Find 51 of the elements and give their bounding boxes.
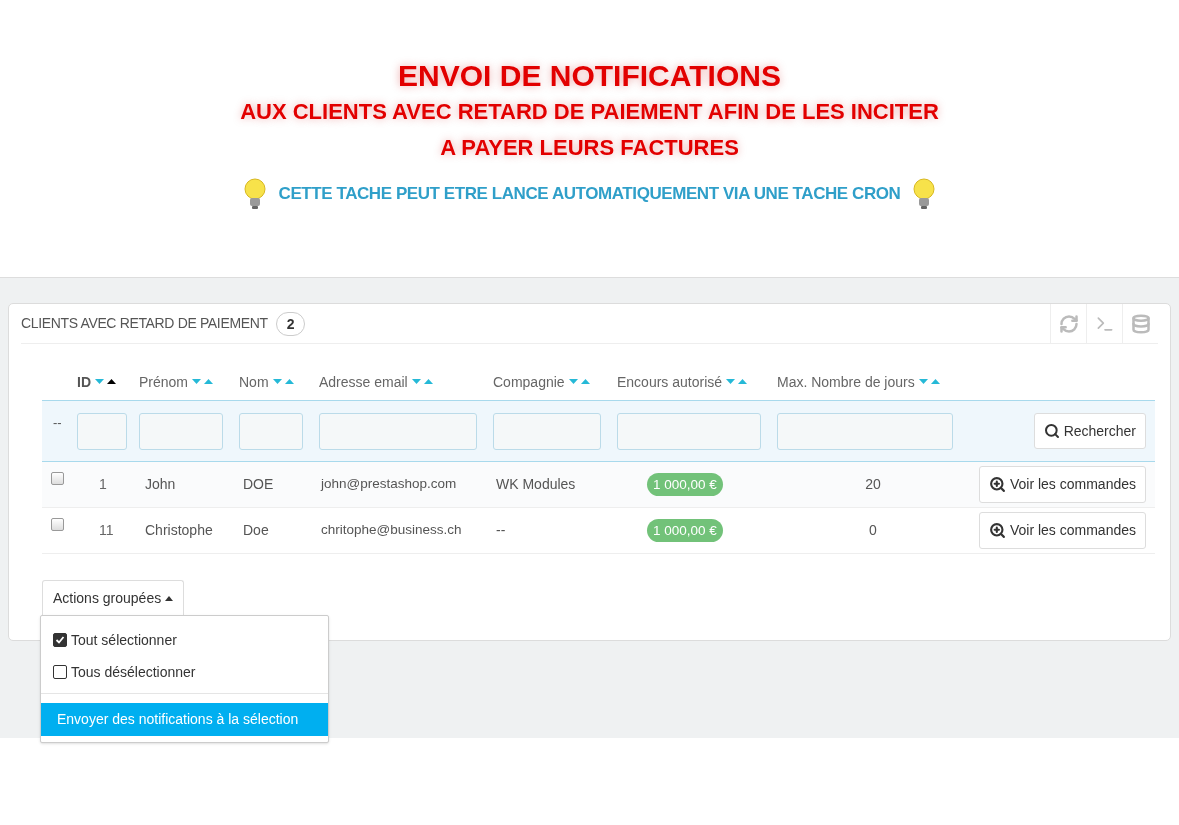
view-orders-button[interactable]: Voir les commandes — [978, 466, 1146, 503]
menu-item[interactable]: Tous désélectionner — [41, 656, 328, 688]
checkbox[interactable] — [51, 518, 64, 531]
table-cell-text: john@prestashop.com — [319, 475, 458, 494]
lightbulb-icon — [912, 178, 937, 210]
checkbox[interactable] — [51, 472, 64, 485]
search-icon — [1043, 423, 1060, 439]
filter-field[interactable] — [777, 412, 953, 450]
menu-item[interactable]: Tout sélectionner — [41, 624, 328, 656]
banner-title: ENVOI DE NOTIFICATIONS — [398, 58, 781, 94]
table-cell-text: Doe — [242, 521, 270, 540]
table-cell-text: 11 — [98, 521, 115, 540]
table-cell-text: -- — [495, 521, 507, 540]
column-header[interactable]: ID — [77, 371, 91, 393]
column-header[interactable]: Encours autorisé — [617, 371, 723, 393]
filter-field[interactable] — [139, 412, 223, 450]
zoom-in-icon — [988, 476, 1006, 493]
table-cell-text: chritophe@business.ch — [320, 521, 463, 540]
sort-arrows-icon[interactable] — [95, 378, 117, 386]
column-header[interactable]: Nom — [239, 371, 269, 393]
zoom-in-icon — [988, 522, 1006, 539]
credit-badge: 1 000,00 € — [647, 473, 723, 496]
filter-marker: -- — [52, 414, 63, 433]
table-cell-text: 20 — [864, 475, 882, 494]
banner-subtitle: AUX CLIENTS AVEC RETARD DE PAIEMENT AFIN DE LES INCITER — [240, 98, 939, 126]
credit-badge: 1 000,00 € — [647, 519, 723, 542]
filter-field[interactable] — [239, 412, 303, 450]
filter-field[interactable] — [319, 412, 477, 450]
filter-field[interactable] — [617, 412, 761, 450]
checkbox[interactable] — [53, 665, 67, 679]
banner-subtitle: A PAYER LEURS FACTURES — [440, 134, 739, 162]
caret-icon — [165, 596, 174, 601]
cron-note: CETTE TACHE PEUT ETRE LANCE AUTOMATIQUEMENT VIA UNE TACHE CRON — [278, 183, 901, 206]
column-header[interactable]: Prénom — [139, 371, 189, 393]
column-header[interactable]: Compagnie — [493, 371, 565, 393]
column-header[interactable]: Max. Nombre de jours — [777, 371, 915, 393]
table-cell-text: Christophe — [144, 521, 214, 540]
table-cell-text: 0 — [868, 521, 878, 540]
checkbox[interactable] — [53, 633, 67, 647]
view-orders-button[interactable]: Voir les commandes — [978, 512, 1146, 549]
search-button[interactable]: Rechercher — [1033, 413, 1146, 449]
panel-title: CLIENTS AVEC RETARD DE PAIEMENT — [21, 314, 268, 333]
bulk-actions-button[interactable]: Actions groupées — [42, 580, 185, 616]
lightbulb-icon — [242, 178, 267, 210]
filter-field[interactable] — [493, 412, 601, 450]
column-header[interactable]: Adresse email — [319, 371, 408, 393]
table-cell-text: WK Modules — [495, 475, 577, 494]
table-cell-text: 1 — [98, 475, 108, 494]
table-cell-text: DOE — [242, 475, 275, 494]
filter-field[interactable] — [77, 412, 127, 450]
table-cell-text: John — [144, 475, 177, 494]
